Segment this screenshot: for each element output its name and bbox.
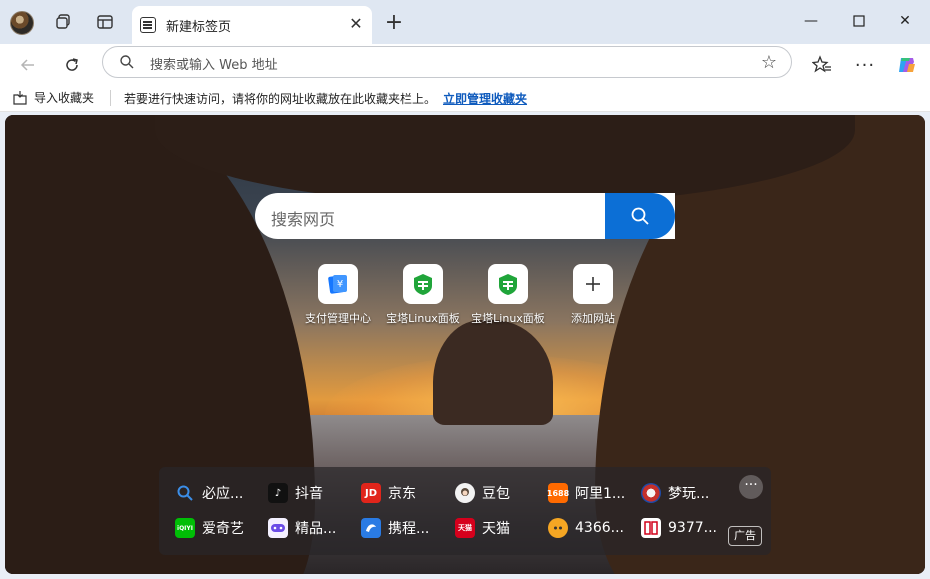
- site-link-label: 必应...: [202, 486, 244, 502]
- tab-actions-icon[interactable]: [94, 11, 116, 33]
- import-icon: [13, 90, 27, 105]
- site-link-label: 天猫: [482, 521, 510, 537]
- new-tab-page: 搜索网页 ¥ 支付管理中心 宝塔Linux面板 宝塔Linux面板 添加网站 必…: [5, 115, 925, 574]
- 9377-icon: [641, 518, 661, 538]
- workspaces-icon[interactable]: [52, 11, 74, 33]
- site-link-label: 4366...: [575, 520, 624, 536]
- web-search-placeholder: 搜索网页: [271, 210, 336, 229]
- new-tab-button[interactable]: +: [382, 12, 406, 36]
- doubao-icon: [455, 483, 475, 503]
- search-icon: [631, 207, 649, 225]
- 1688-icon: 1688: [547, 483, 569, 503]
- toolbar: 搜索或输入 Web 地址 ☆ ···: [0, 44, 930, 84]
- site-link[interactable]: 梦玩...: [641, 482, 709, 504]
- site-links-panel: 必应... ♪ 抖音 JD 京东 豆包 1688 阿里1... 梦玩... iQ…: [159, 467, 771, 555]
- more-options-icon[interactable]: ···: [851, 51, 879, 79]
- profile-avatar[interactable]: [10, 11, 34, 35]
- add-favorite-star-icon[interactable]: ☆: [761, 52, 777, 73]
- site-link[interactable]: JD 京东: [361, 482, 416, 504]
- site-link[interactable]: ♪ 抖音: [268, 482, 323, 504]
- back-button[interactable]: [14, 51, 42, 79]
- address-bar[interactable]: 搜索或输入 Web 地址 ☆: [102, 46, 792, 78]
- refresh-button[interactable]: [58, 51, 86, 79]
- quick-link-label: 宝塔Linux面板: [386, 312, 460, 325]
- site-link-label: 京东: [388, 486, 416, 502]
- tab-title: 新建标签页: [166, 20, 232, 35]
- more-links-button[interactable]: ···: [739, 475, 763, 499]
- new-tab-page-icon: [140, 17, 156, 33]
- add-site-button[interactable]: 添加网站: [548, 264, 638, 326]
- ad-badge[interactable]: 广告: [728, 526, 762, 546]
- douyin-icon: ♪: [268, 483, 288, 503]
- ctrip-icon: [361, 518, 381, 538]
- site-link[interactable]: 精品...: [268, 517, 336, 539]
- 4366-icon: [548, 518, 568, 538]
- divider: [110, 90, 111, 106]
- web-search-button[interactable]: [605, 193, 675, 239]
- site-link-label: 精品...: [295, 521, 337, 537]
- iqiyi-icon: iQIYI: [175, 518, 195, 538]
- site-link[interactable]: 携程...: [361, 517, 429, 539]
- site-link[interactable]: 4366...: [548, 517, 624, 539]
- favorites-hint: 若要进行快速访问，请将你的网址收藏放在此收藏夹栏上。: [124, 92, 437, 106]
- game-icon: [268, 518, 288, 538]
- quick-link-label: 添加网站: [571, 312, 615, 325]
- favorites-icon[interactable]: [808, 51, 836, 79]
- import-favorites-button[interactable]: 导入收藏夹: [12, 89, 94, 106]
- site-link-label: 梦玩...: [668, 486, 710, 502]
- title-bar: 新建标签页 ✕ + — ✕: [0, 0, 930, 44]
- tmall-icon: 天猫: [455, 518, 475, 538]
- site-link-label: 9377...: [668, 520, 717, 536]
- plus-icon: [573, 264, 613, 304]
- site-link[interactable]: iQIYI 爱奇艺: [175, 517, 244, 539]
- favorites-bar: 导入收藏夹 若要进行快速访问，请将你的网址收藏放在此收藏夹栏上。 立即管理收藏夹: [0, 84, 930, 112]
- site-link[interactable]: 必应...: [175, 482, 243, 504]
- jd-icon: JD: [361, 483, 381, 503]
- site-link-label: 阿里1...: [575, 486, 626, 502]
- site-link[interactable]: 天猫 天猫: [455, 517, 510, 539]
- quick-link[interactable]: ¥ 支付管理中心: [293, 264, 383, 326]
- bt-panel-icon: [403, 264, 443, 304]
- site-link-label: 抖音: [295, 486, 323, 502]
- site-link[interactable]: 1688 阿里1...: [547, 482, 626, 504]
- minimize-button[interactable]: —: [796, 8, 826, 34]
- background-rock-islet: [433, 320, 553, 425]
- tab-new-tab[interactable]: 新建标签页 ✕: [132, 6, 372, 44]
- quick-link-label: 支付管理中心: [305, 312, 371, 325]
- maximize-button[interactable]: [844, 8, 874, 34]
- site-link-label: 豆包: [482, 486, 510, 502]
- quick-link[interactable]: 宝塔Linux面板: [378, 264, 468, 326]
- quick-link-label: 宝塔Linux面板: [471, 312, 545, 325]
- svg-text:¥: ¥: [337, 279, 343, 290]
- bt-panel-icon: [488, 264, 528, 304]
- search-icon: [119, 54, 135, 73]
- site-link[interactable]: 豆包: [455, 482, 510, 504]
- site-link[interactable]: 9377...: [641, 517, 717, 539]
- site-link-label: 携程...: [388, 521, 430, 537]
- import-favorites-label: 导入收藏夹: [34, 91, 95, 105]
- manage-favorites-link[interactable]: 立即管理收藏夹: [443, 90, 527, 107]
- alipay-icon: ¥: [318, 264, 358, 304]
- bing-search-icon: [175, 483, 195, 503]
- site-link-label: 爱奇艺: [202, 521, 244, 537]
- address-placeholder: 搜索或输入 Web 地址: [150, 58, 278, 73]
- tab-close-button[interactable]: ✕: [346, 14, 366, 34]
- mengwan-icon: [641, 483, 661, 503]
- close-window-button[interactable]: ✕: [890, 8, 920, 34]
- quick-link[interactable]: 宝塔Linux面板: [463, 264, 553, 326]
- copilot-icon[interactable]: [893, 51, 921, 79]
